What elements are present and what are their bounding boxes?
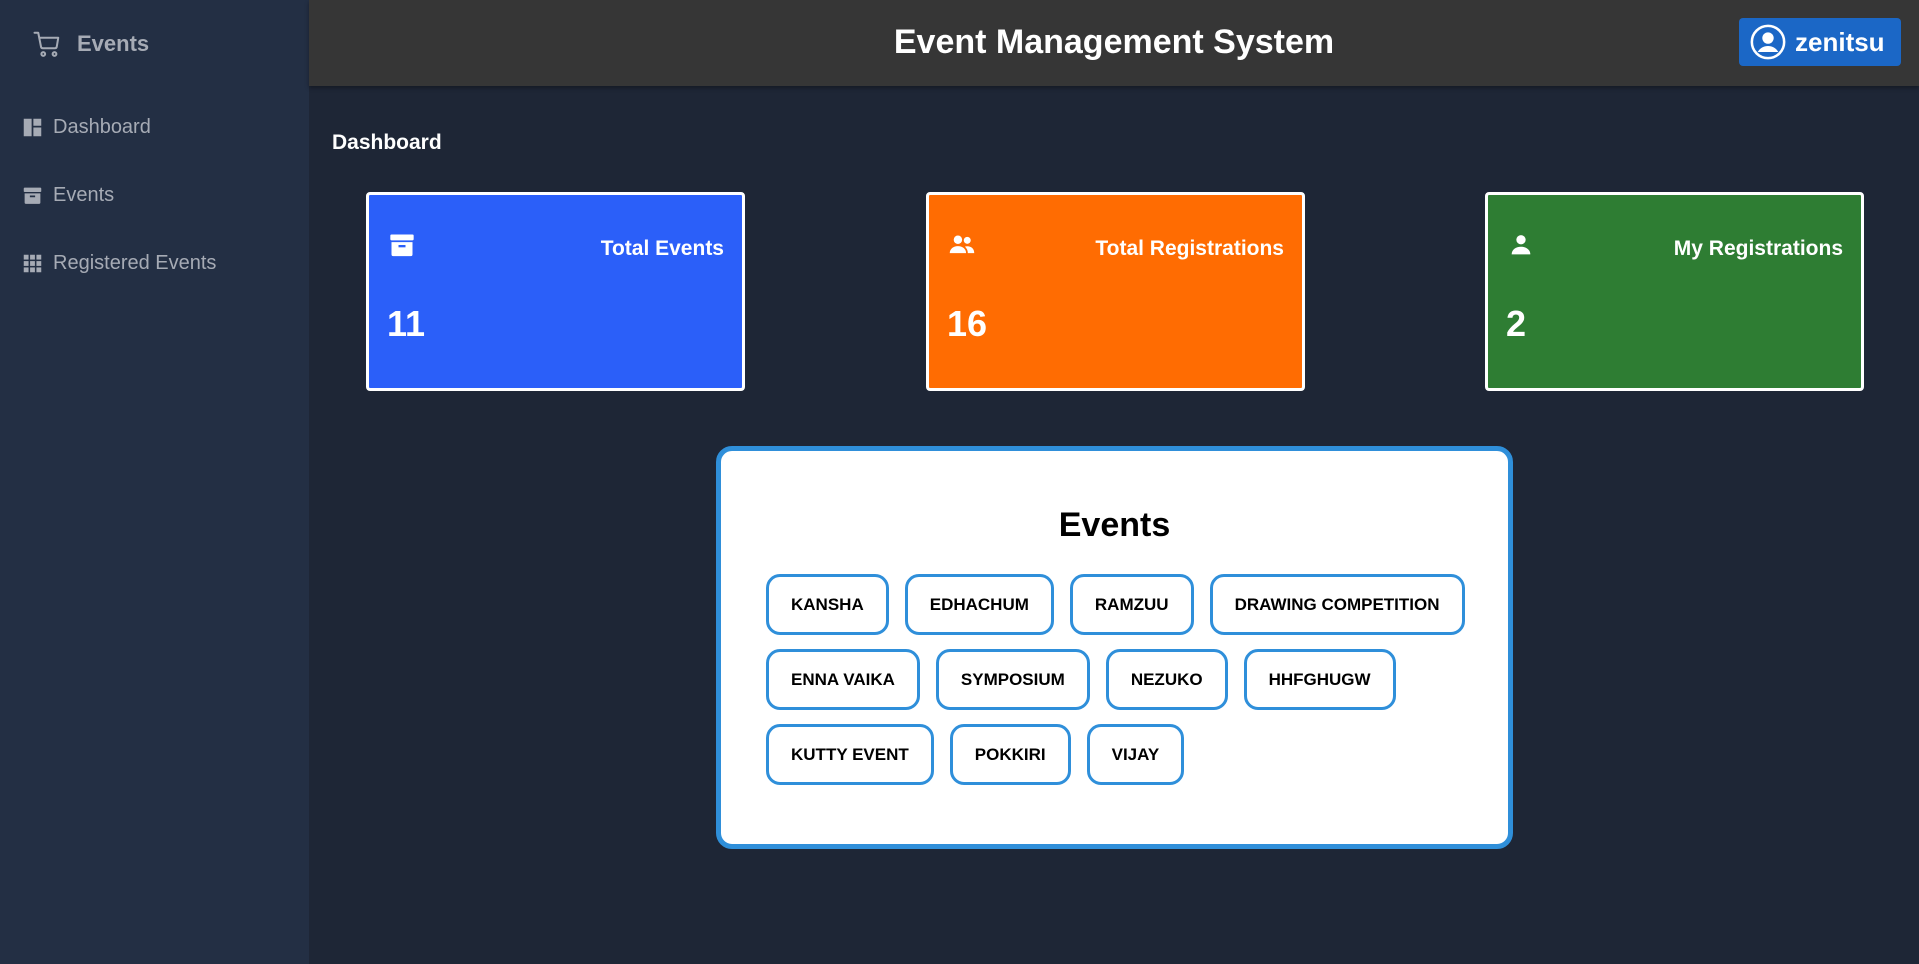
top-bar: Event Management System zenitsu — [309, 0, 1919, 86]
stat-value: 16 — [947, 303, 988, 344]
sidebar: Events Dashboard Events Registered Event… — [0, 0, 309, 964]
user-name: zenitsu — [1795, 26, 1885, 57]
sidebar-brand[interactable]: Events — [32, 29, 149, 59]
event-chip[interactable]: KANSHA — [766, 574, 889, 635]
archive-icon — [22, 185, 43, 206]
event-chip[interactable]: EDHACHUM — [904, 574, 1054, 635]
event-chip[interactable]: SYMPOSIUM — [935, 649, 1090, 710]
event-chip[interactable]: RAMZUU — [1069, 574, 1194, 635]
sidebar-item-events[interactable]: Events — [22, 184, 114, 207]
stat-label: My Registrations — [1673, 237, 1843, 260]
dashboard-icon — [22, 117, 43, 138]
event-chip[interactable]: VIJAY — [1086, 724, 1185, 785]
grid-icon — [22, 253, 43, 274]
user-circle-icon — [1749, 23, 1795, 61]
app-title: Event Management System — [893, 23, 1335, 61]
stat-label: Total Registrations — [1095, 237, 1284, 260]
sidebar-item-dashboard[interactable]: Dashboard — [22, 116, 151, 139]
event-chip[interactable]: POKKIRI — [949, 724, 1071, 785]
user-icon — [1507, 231, 1535, 259]
my-registrations-card: My Registrations 2 — [1485, 192, 1864, 391]
cart-icon — [32, 29, 77, 59]
stat-label: Total Events — [600, 237, 724, 260]
sidebar-item-label: Dashboard — [53, 116, 151, 138]
sidebar-item-label: Events — [53, 184, 115, 206]
event-chip[interactable]: KUTTY EVENT — [766, 724, 934, 785]
stat-value: 11 — [387, 303, 426, 344]
event-chip[interactable]: HHFGHUGW — [1243, 649, 1396, 710]
event-chip[interactable]: NEZUKO — [1105, 649, 1228, 710]
events-panel: Events KANSHA EDHACHUM RAMZUU DRAWING CO… — [716, 446, 1513, 849]
archive-icon — [388, 231, 416, 259]
total-registrations-card: Total Registrations 16 — [926, 192, 1305, 391]
events-panel-title: Events — [1058, 506, 1171, 544]
users-icon — [948, 231, 976, 259]
page-title: Dashboard — [332, 131, 442, 154]
event-chip[interactable]: DRAWING COMPETITION — [1209, 574, 1465, 635]
sidebar-item-registered-events[interactable]: Registered Events — [22, 252, 216, 275]
stat-value: 2 — [1506, 303, 1527, 344]
event-chip[interactable]: ENNA VAIKA — [766, 649, 920, 710]
user-menu-button[interactable]: zenitsu — [1739, 18, 1901, 66]
event-chip-list: KANSHA EDHACHUM RAMZUU DRAWING COMPETITI… — [766, 574, 1486, 785]
total-events-card: Total Events 11 — [366, 192, 745, 391]
sidebar-brand-label: Events — [77, 31, 150, 56]
sidebar-item-label: Registered Events — [53, 252, 217, 274]
